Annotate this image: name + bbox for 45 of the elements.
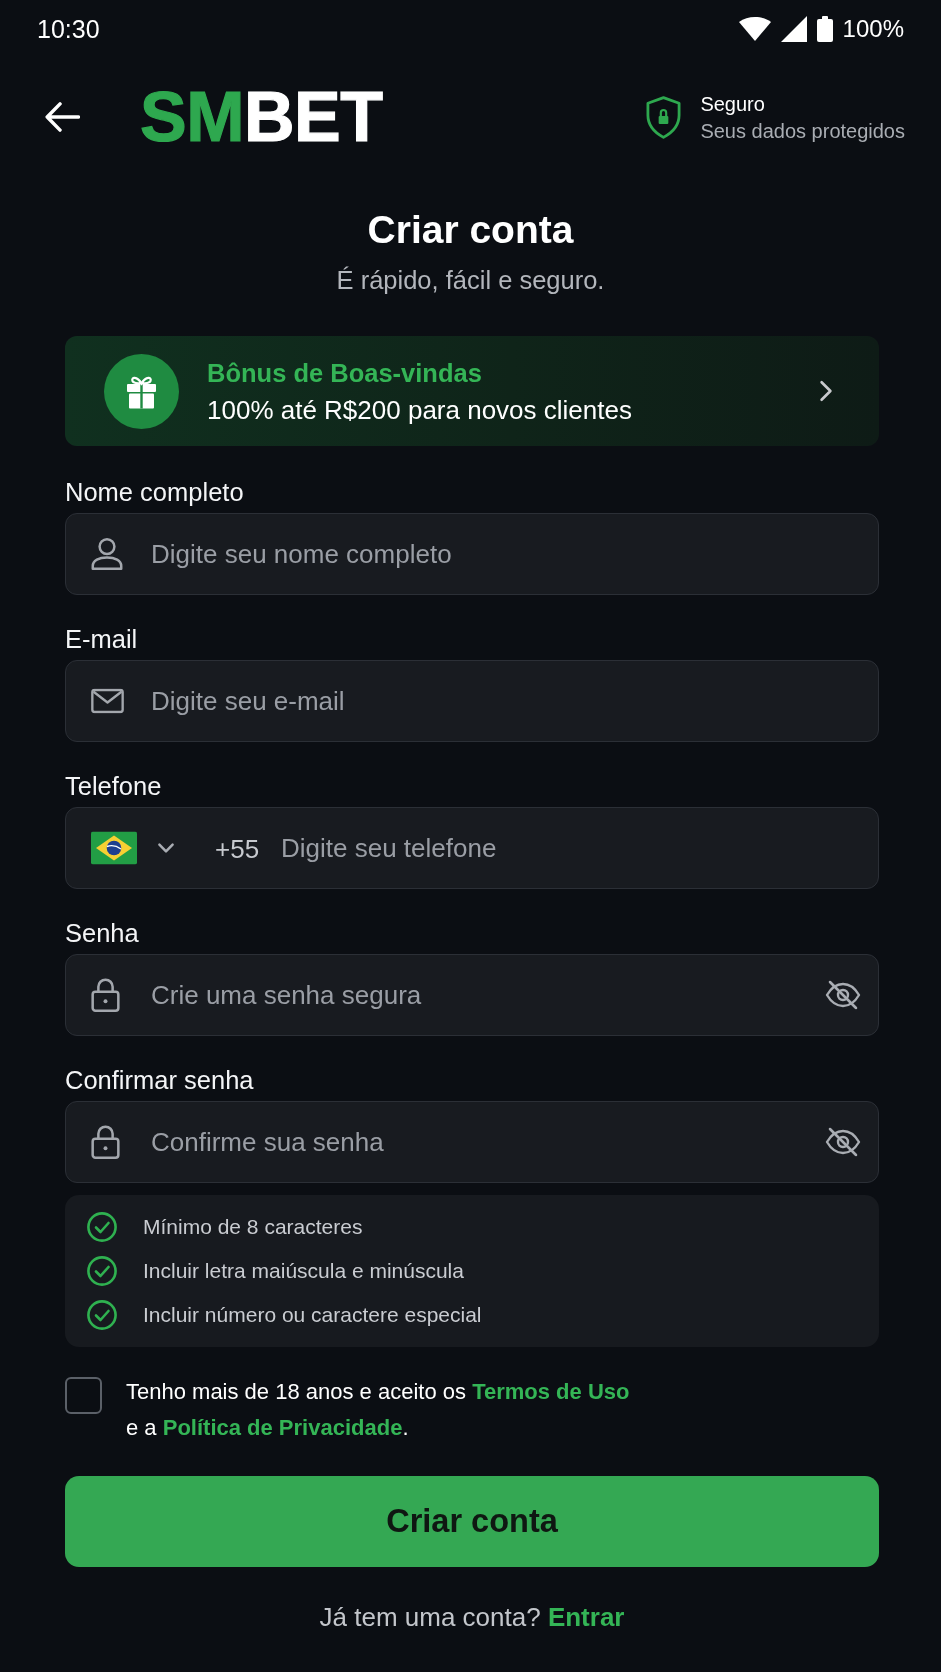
gift-icon: [104, 353, 179, 429]
battery-percent: 100%: [842, 14, 904, 44]
field-label: Senha: [65, 918, 139, 948]
battery-icon: [816, 16, 833, 42]
shield-lock-icon: [646, 95, 682, 139]
status-time: 10:30: [37, 14, 100, 44]
eye-off-icon[interactable]: [825, 1127, 861, 1157]
field-label: Nome completo: [65, 477, 244, 507]
lock-icon: [91, 1125, 120, 1159]
field-label: E-mail: [65, 624, 138, 654]
back-icon[interactable]: [45, 102, 80, 132]
login-link[interactable]: Entrar: [547, 1602, 625, 1632]
chevron-right-icon: [819, 380, 833, 402]
privacy-link[interactable]: Política de Privacidade: [162, 1415, 403, 1440]
security-title: Seguro: [700, 91, 766, 116]
chevron-down-icon[interactable]: [157, 842, 175, 854]
email-input[interactable]: Digite seu e-mail: [65, 660, 879, 742]
lock-icon: [91, 978, 120, 1012]
name-input[interactable]: Digite seu nome completo: [65, 513, 879, 595]
signal-icon: [780, 16, 807, 42]
bonus-title: Bônus de Boas-vindas: [207, 357, 482, 388]
terms-link[interactable]: Termos de Uso: [472, 1379, 630, 1404]
field-label: Confirmar senha: [65, 1065, 254, 1095]
requirement-text: Mínimo de 8 caracteres: [143, 1214, 363, 1240]
create-account-button[interactable]: Criar conta: [65, 1476, 879, 1567]
wifi-icon: [738, 17, 771, 41]
requirement-text: Incluir número ou caractere especial: [143, 1302, 482, 1328]
bonus-description: 100% até R$200 para novos clientes: [207, 394, 632, 425]
field-label: Telefone: [65, 771, 162, 801]
password-input[interactable]: Confirme sua senha: [65, 1101, 879, 1183]
security-subtitle: Seus dados protegidos: [700, 118, 905, 143]
requirement-text: Incluir letra maiúscula e minúscula: [143, 1258, 464, 1284]
page-title: Criar conta: [367, 207, 574, 253]
page-subtitle: É rápido, fácil e seguro.: [336, 265, 605, 295]
logo: SMBET: [140, 82, 383, 152]
flag-icon[interactable]: [91, 831, 137, 865]
terms-text: Tenho mais de 18 anos e aceito os Termos de Uso e a Política de Privacidade.: [126, 1378, 630, 1442]
eye-off-icon[interactable]: [825, 980, 861, 1010]
login-prompt: Já tem uma conta? Entrar: [319, 1602, 625, 1632]
terms-checkbox[interactable]: [65, 1377, 102, 1414]
mail-icon: [91, 688, 124, 714]
country-code: +55: [215, 833, 260, 863]
password-input[interactable]: Crie uma senha segura: [65, 954, 879, 1036]
bonus-banner[interactable]: Bônus de Boas-vindas 100% até R$200 para novos clientes: [65, 336, 879, 446]
user-icon: [91, 537, 123, 571]
